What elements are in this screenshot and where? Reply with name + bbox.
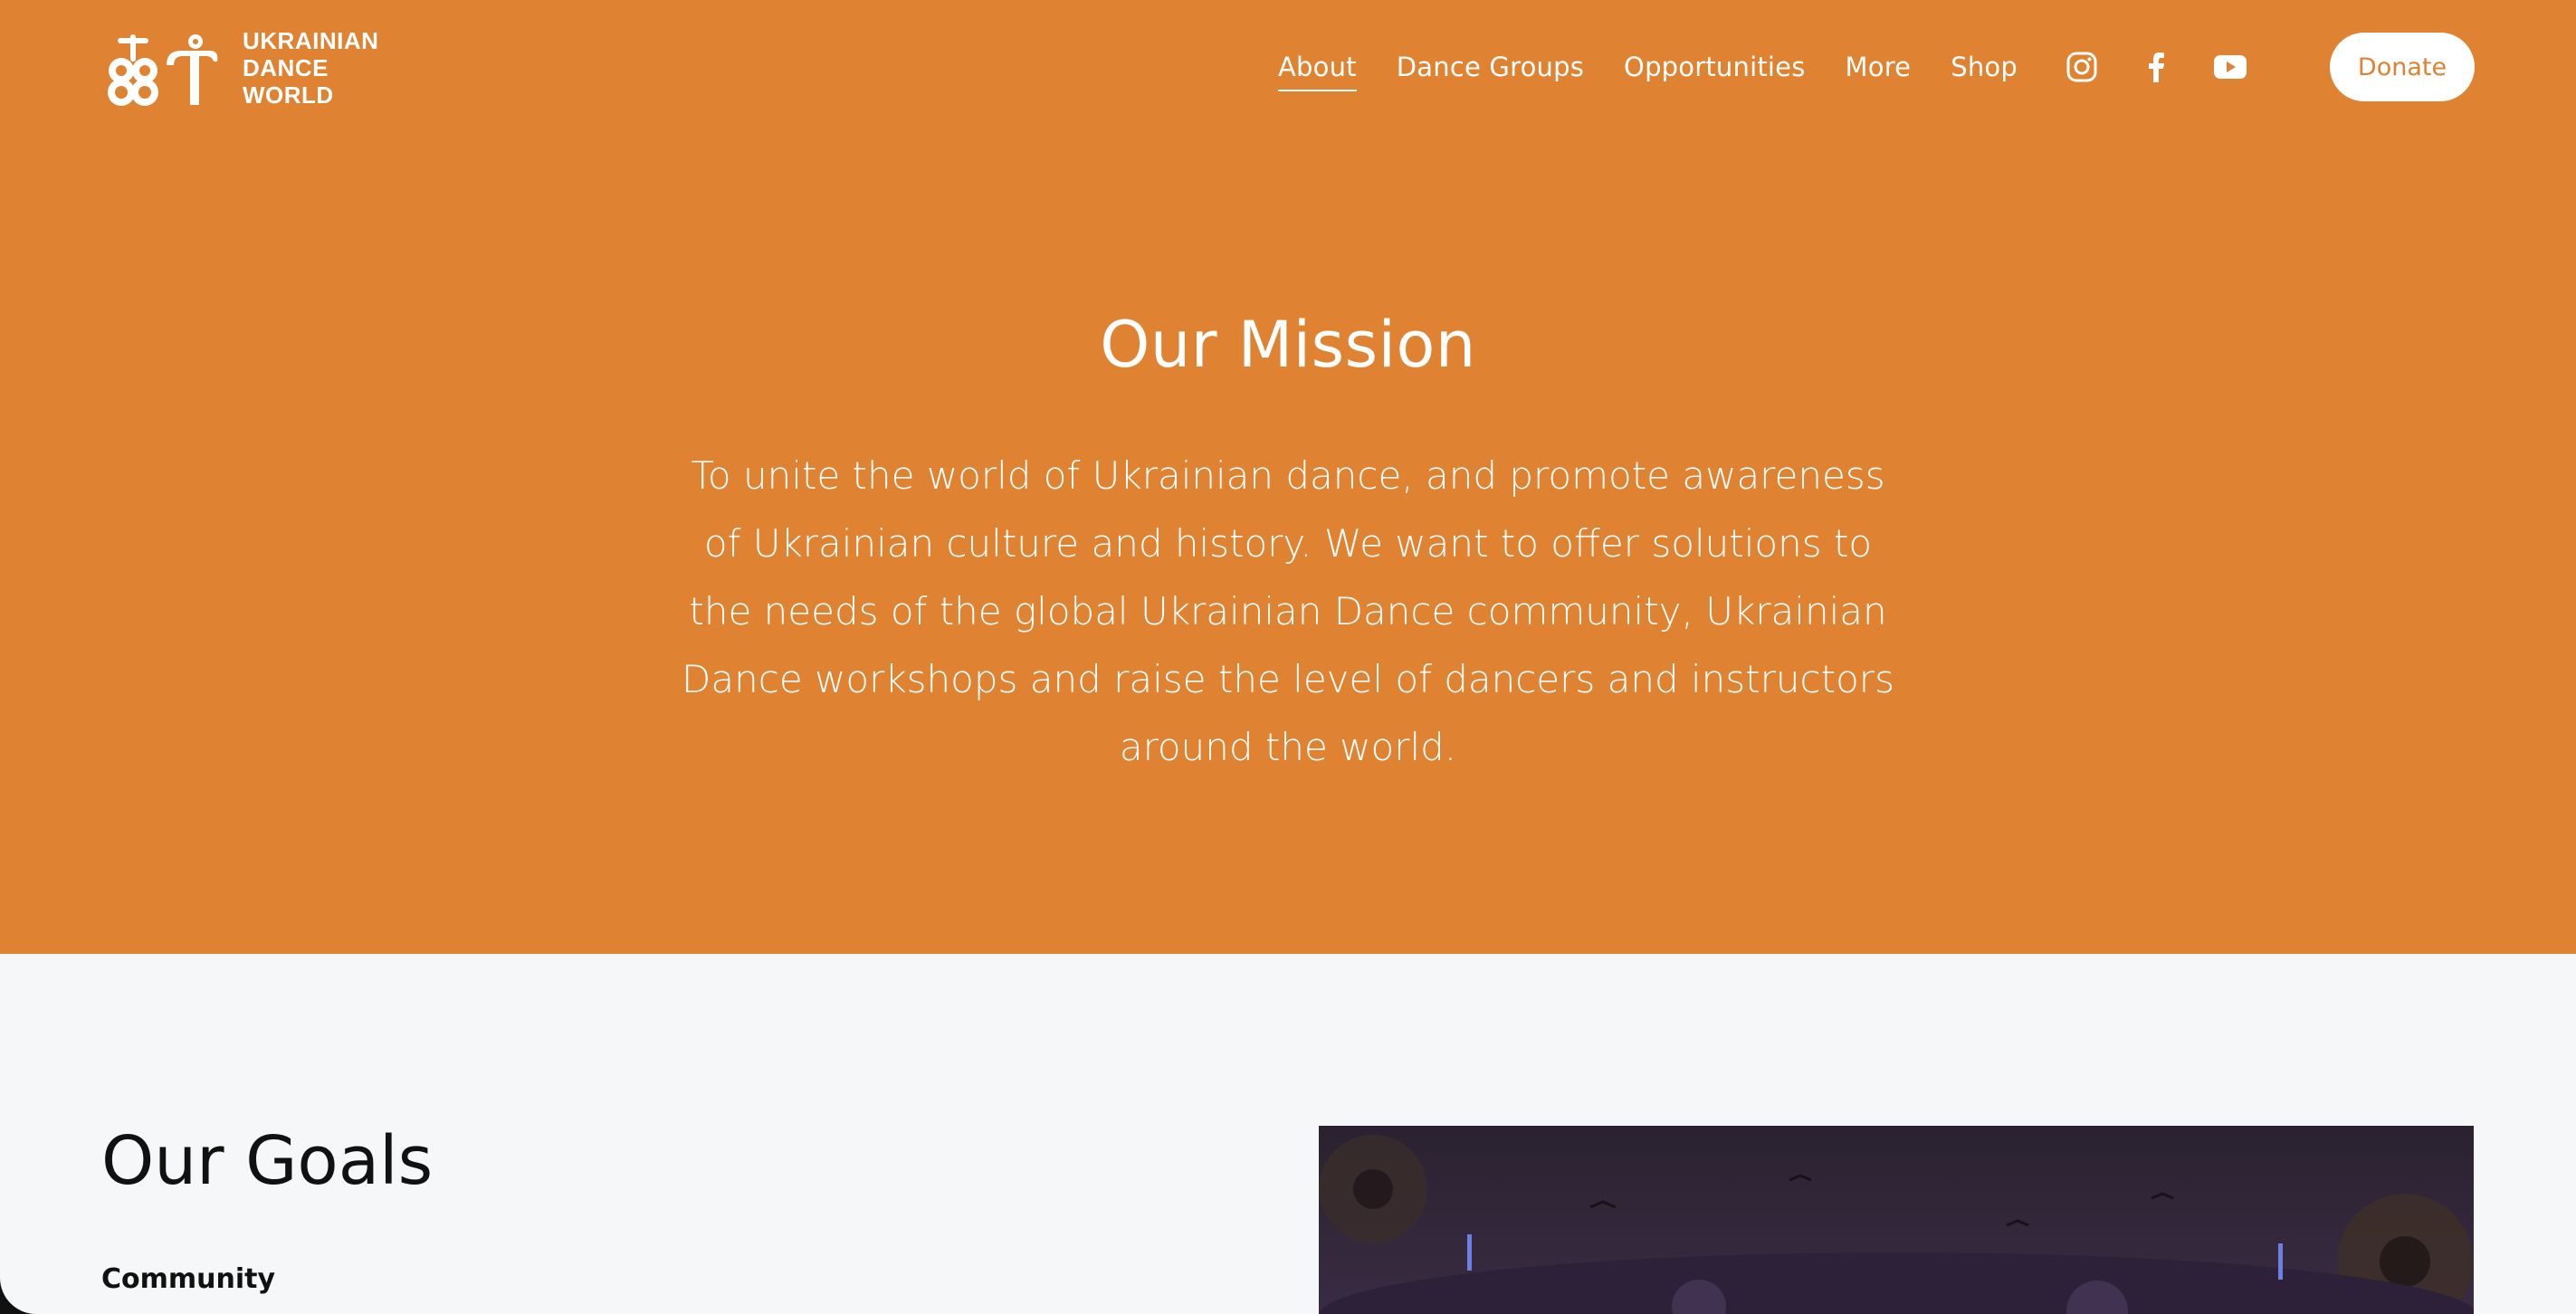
site-logo[interactable]: UKRAINIAN DANCE WORLD <box>101 27 378 109</box>
goals-title: Our Goals <box>101 1122 434 1200</box>
udw-logo-mark-icon <box>108 34 218 106</box>
nav-item-opportunities[interactable]: Opportunities <box>1624 52 1805 82</box>
goals-image-artwork <box>1319 1126 2474 1314</box>
facebook-icon[interactable] <box>2138 49 2174 85</box>
nav-item-more[interactable]: More <box>1846 52 1912 82</box>
instagram-icon[interactable] <box>2064 49 2100 85</box>
youtube-icon[interactable] <box>2212 49 2248 85</box>
page: UKRAINIAN DANCE WORLD About Dance Groups… <box>0 0 2576 1314</box>
mission-title: Our Mission <box>1100 308 1476 382</box>
logo-line-3: WORLD <box>243 81 334 109</box>
nav-item-about[interactable]: About <box>1278 52 1357 91</box>
nav-item-shop[interactable]: Shop <box>1951 52 2018 82</box>
nav-item-dance-groups[interactable]: Dance Groups <box>1397 52 1584 82</box>
donate-button[interactable]: Donate <box>2330 33 2475 101</box>
mission-body: To unite the world of Ukrainian dance, a… <box>682 453 1894 769</box>
main-nav: About Dance Groups Opportunities More Sh… <box>1278 49 2057 91</box>
logo-line-2: DANCE <box>243 54 329 81</box>
hero-section: UKRAINIAN DANCE WORLD About Dance Groups… <box>0 0 2576 954</box>
goals-image <box>1319 1126 2474 1314</box>
logo-line-1: UKRAINIAN <box>243 27 379 54</box>
logo-wordmark: UKRAINIAN DANCE WORLD <box>243 27 378 109</box>
social-links <box>2064 47 2286 87</box>
goals-subheading-community: Community <box>101 1263 276 1295</box>
window-corner <box>0 1278 36 1314</box>
